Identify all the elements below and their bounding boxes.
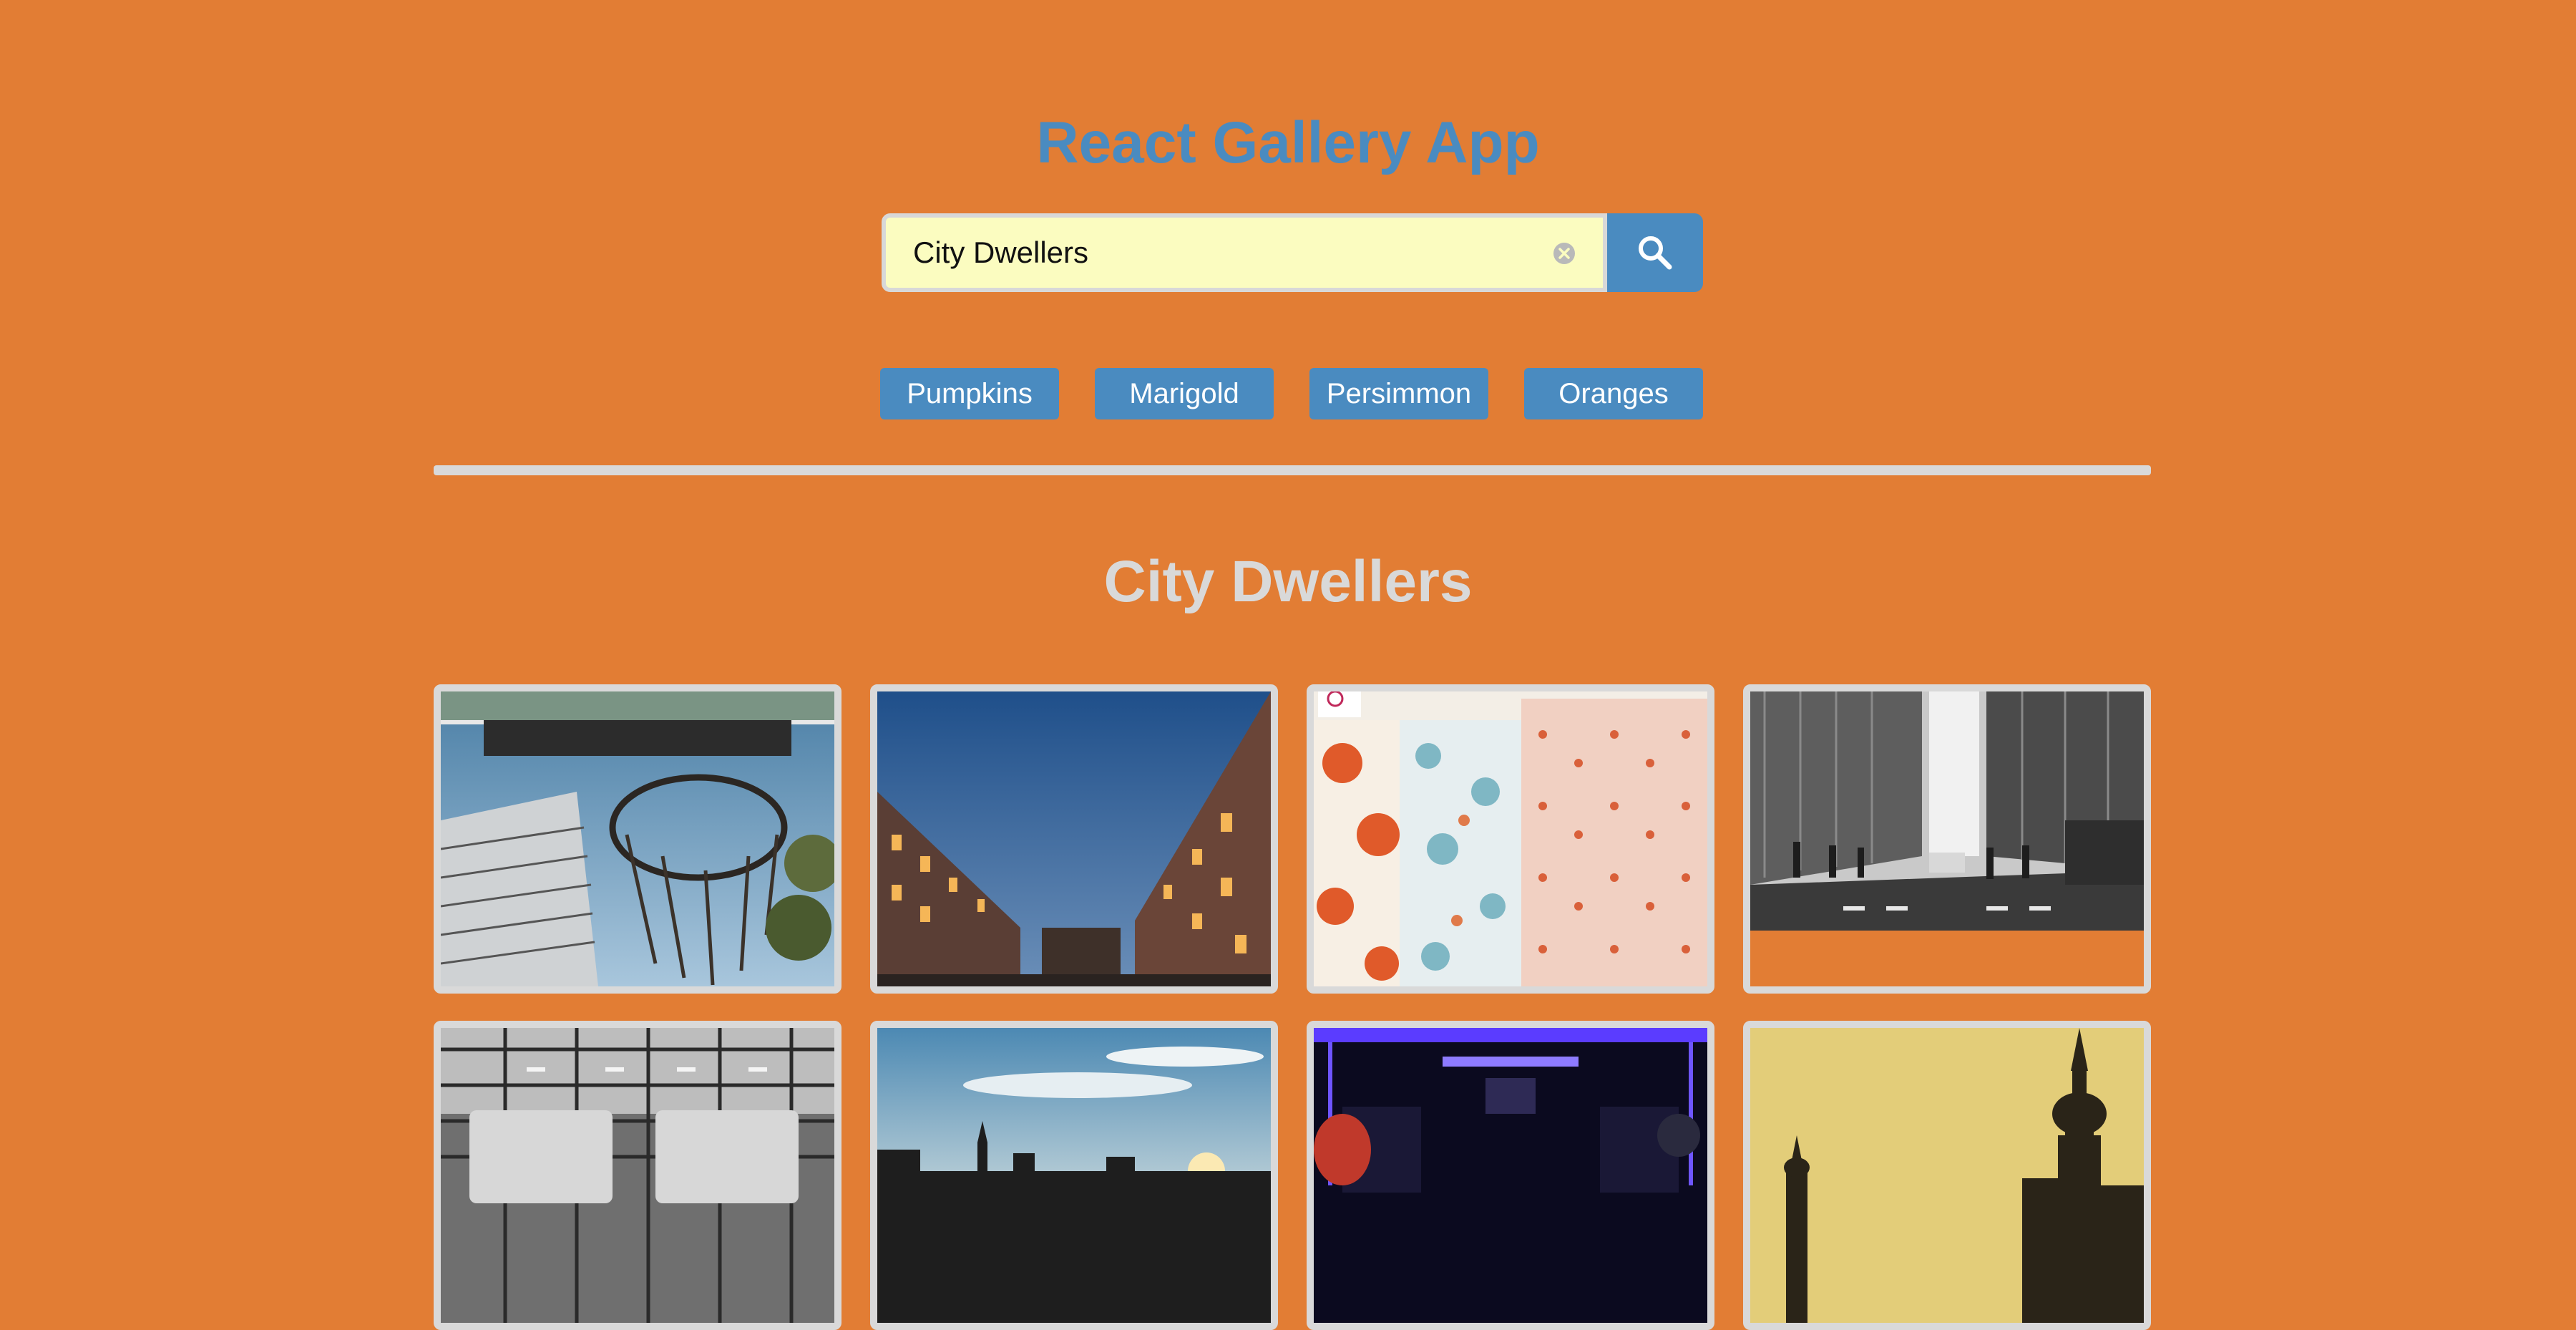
photo-bus-depot[interactable] bbox=[434, 1021, 841, 1330]
photo-basketball-hoop[interactable] bbox=[434, 684, 841, 994]
nav-link-marigold[interactable]: Marigold bbox=[1095, 368, 1274, 419]
search-input-wrapper bbox=[882, 213, 1607, 292]
search-form bbox=[882, 213, 1703, 292]
search-button[interactable] bbox=[1607, 213, 1703, 292]
nav-link-pumpkins[interactable]: Pumpkins bbox=[880, 368, 1059, 419]
search-input[interactable] bbox=[912, 218, 1541, 288]
results-title: City Dwellers bbox=[1103, 549, 1473, 614]
photo-sepia-spires[interactable] bbox=[1743, 1021, 2151, 1330]
photo-patterned-fabric[interactable] bbox=[1307, 684, 1714, 994]
main-nav: Pumpkins Marigold Persimmon Oranges bbox=[0, 368, 2576, 419]
photo-bw-street[interactable] bbox=[1743, 684, 2151, 994]
nav-link-persimmon[interactable]: Persimmon bbox=[1309, 368, 1488, 419]
app-title: React Gallery App bbox=[1036, 110, 1540, 175]
photo-lit-street[interactable] bbox=[870, 684, 1278, 994]
divider bbox=[434, 465, 2151, 475]
photo-sunset-skyline[interactable] bbox=[870, 1021, 1278, 1330]
search-icon bbox=[1639, 236, 1672, 270]
photo-bus-interior[interactable] bbox=[1307, 1021, 1714, 1330]
clear-circle-icon[interactable] bbox=[1553, 242, 1576, 265]
nav-link-oranges[interactable]: Oranges bbox=[1524, 368, 1703, 419]
